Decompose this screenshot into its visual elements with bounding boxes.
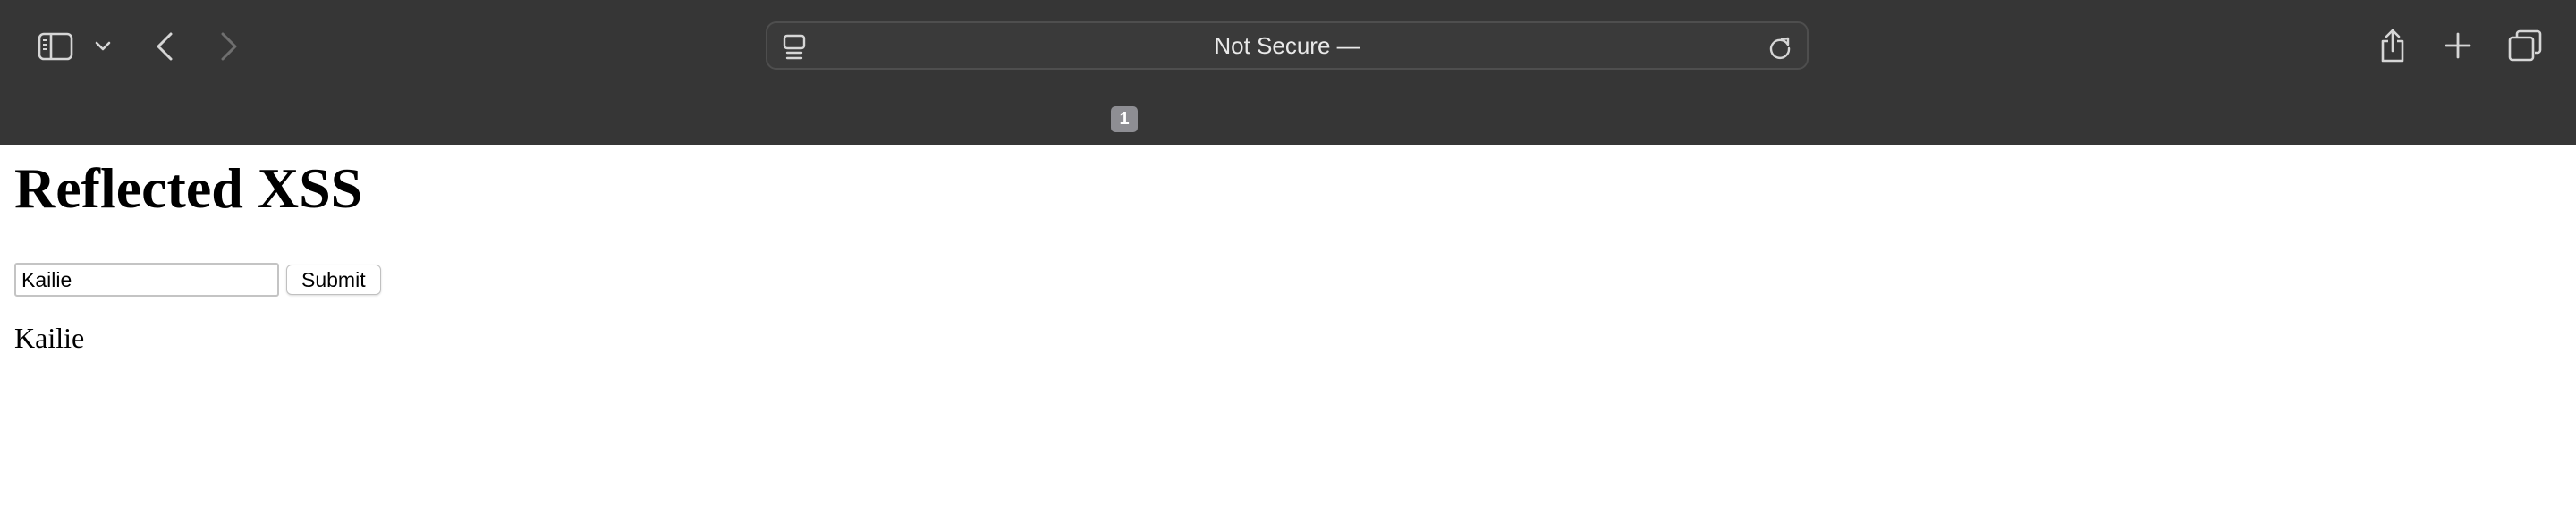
- tab-overview-icon: [2508, 29, 2542, 62]
- reflected-output: Kailie: [14, 322, 85, 354]
- tab-overview-button[interactable]: [2504, 25, 2546, 66]
- address-text[interactable]: Not Secure —: [767, 23, 1807, 68]
- reader-icon: [783, 34, 806, 60]
- submit-button[interactable]: Submit: [286, 265, 381, 295]
- chevron-right-icon: [221, 32, 237, 61]
- chevron-left-icon: [157, 32, 173, 61]
- back-button[interactable]: [147, 25, 182, 68]
- reload-button[interactable]: [1766, 33, 1794, 62]
- sidebar-menu-button[interactable]: [89, 32, 116, 61]
- reader-button[interactable]: [780, 33, 809, 62]
- plus-icon: [2445, 32, 2471, 59]
- tab-group-badge[interactable]: 1: [1111, 106, 1138, 132]
- reload-icon: [1769, 37, 1791, 59]
- share-icon: [2381, 29, 2404, 63]
- name-form: Submit: [14, 261, 381, 299]
- chevron-down-icon: [95, 41, 111, 51]
- new-tab-button[interactable]: [2438, 25, 2478, 66]
- sidebar-toggle-button[interactable]: [32, 25, 79, 68]
- address-bar[interactable]: Not Secure —: [766, 21, 1809, 70]
- page-title: Reflected XSS: [14, 156, 363, 220]
- name-input[interactable]: [14, 263, 279, 297]
- web-page-content: Reflected XSS Submit Kailie: [0, 145, 2576, 513]
- browser-window: Not Secure — 1 Reflected XSS Kailie Subm…: [0, 0, 2576, 513]
- sidebar-icon: [38, 32, 73, 61]
- share-button[interactable]: [2374, 23, 2411, 68]
- forward-button[interactable]: [211, 25, 247, 68]
- browser-toolbar: Not Secure — 1: [0, 0, 2576, 145]
